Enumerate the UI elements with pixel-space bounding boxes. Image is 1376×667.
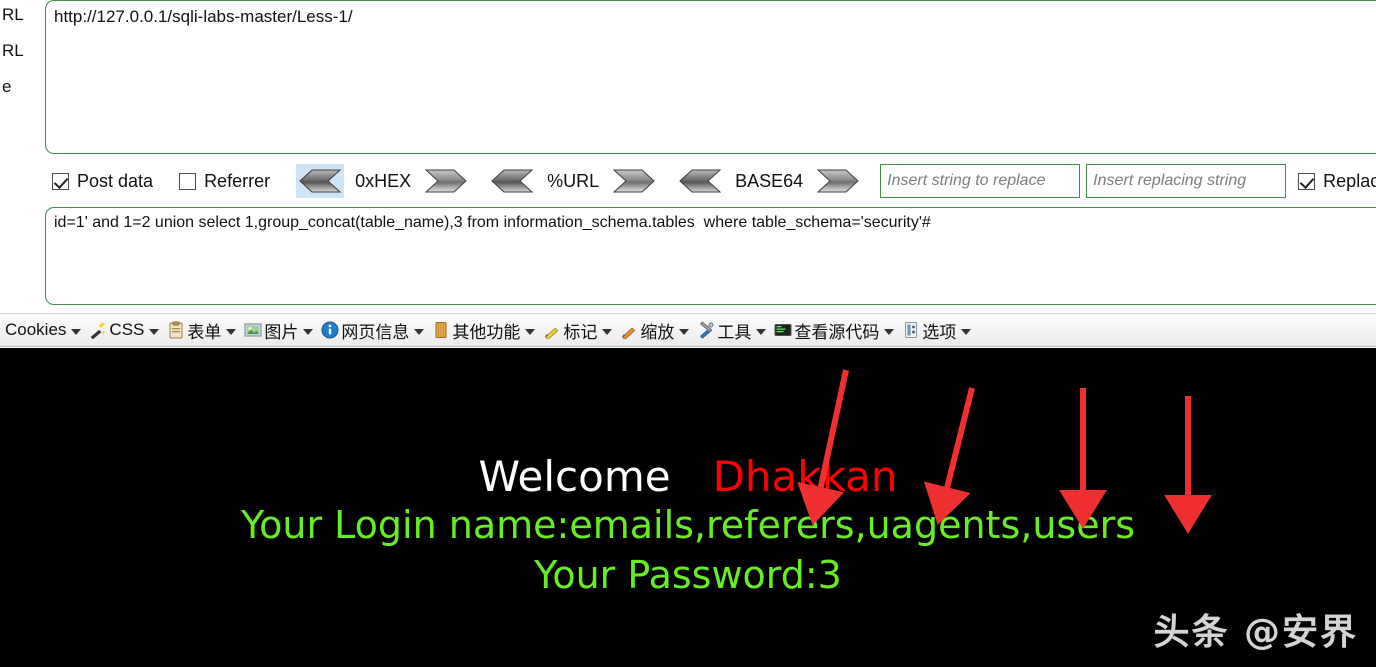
replace-label: Replace: [1323, 170, 1376, 191]
welcome-text: Welcome: [478, 452, 671, 501]
menu-label: 查看源代码: [794, 322, 880, 342]
encoder-group-base64: BASE64: [676, 164, 862, 198]
screen-root: RL RL e http://127.0.0.1/sqli-labs-maste…: [0, 0, 1376, 667]
encoder-group-url: %URL: [488, 164, 658, 198]
referrer-checkbox-box[interactable]: [179, 172, 197, 190]
menu-view-source[interactable]: 查看源代码: [771, 316, 899, 345]
chevron-right-icon: [613, 169, 655, 193]
encoder-label-base64: BASE64: [735, 170, 804, 191]
replace-checkbox-box[interactable]: [1298, 172, 1316, 190]
referrer-checkbox[interactable]: Referrer: [179, 171, 270, 192]
side-label-url-1: RL: [2, 5, 24, 24]
login-name-line: Your Login name:emails,referers,uagents,…: [240, 503, 1136, 547]
menu-forms[interactable]: 表单: [164, 316, 241, 345]
menu-label: 选项: [922, 322, 957, 342]
hex-decode-button[interactable]: [296, 164, 345, 198]
password-line: Your Password:3: [534, 553, 842, 597]
menu-label: CSS: [109, 320, 145, 339]
menu-outline[interactable]: 标记: [540, 316, 617, 345]
chevron-down-icon: [602, 328, 613, 335]
encoder-group-hex: 0xHEX: [296, 164, 470, 198]
chevron-down-icon: [226, 328, 237, 335]
chevron-left-icon: [491, 169, 534, 193]
picture-icon: [244, 323, 262, 337]
book-icon: [435, 322, 447, 338]
magic-wand-icon: [91, 322, 107, 339]
chevron-down-icon: [756, 328, 767, 335]
menu-label: 网页信息: [341, 322, 410, 342]
hackbar-panel: RL RL e http://127.0.0.1/sqli-labs-maste…: [0, 0, 1376, 312]
post-data-input[interactable]: id=1' and 1=2 union select 1,group_conca…: [45, 207, 1376, 305]
menu-label: 缩放: [640, 322, 675, 342]
options-icon: [905, 322, 918, 338]
chevron-down-icon: [414, 328, 425, 335]
menu-zoom[interactable]: 缩放: [617, 316, 694, 345]
chevron-down-icon: [961, 328, 972, 335]
post-data-label: Post data: [77, 170, 154, 191]
brand-text: Dhakkan: [712, 452, 898, 501]
menu-tools[interactable]: 工具: [694, 316, 771, 345]
hackbar-options-row: Post data Referrer 0xHEX %URL BASE64 Ins…: [0, 160, 1376, 202]
watermark: 头条 @安界: [1153, 612, 1358, 653]
menu-options[interactable]: 选项: [899, 316, 976, 345]
replace-with-input[interactable]: [1086, 164, 1287, 198]
rendered-page-body: Welcome Dhakkan Your Login name:emails,re…: [0, 348, 1376, 667]
chevron-down-icon: [303, 328, 314, 335]
encoder-label-url: %URL: [547, 170, 600, 191]
side-labels: RL RL e: [0, 0, 44, 160]
menu-label: Cookies: [5, 320, 67, 339]
replace-search-input[interactable]: [880, 164, 1081, 198]
menu-label: 图片: [264, 322, 299, 342]
yellow-pencil-icon: [545, 327, 559, 339]
menu-label: 表单: [187, 322, 222, 342]
info-circle-icon: [321, 321, 339, 339]
orange-pencil-icon: [622, 327, 636, 339]
referrer-label: Referrer: [204, 170, 271, 191]
side-label-other: e: [2, 77, 12, 96]
encoder-label-hex: 0xHEX: [355, 170, 412, 191]
menu-images[interactable]: 图片: [241, 316, 318, 345]
chevron-right-icon: [817, 169, 859, 193]
menu-label: 其他功能: [452, 322, 521, 342]
side-label-url-2: RL: [2, 41, 24, 60]
post-data-checkbox-box[interactable]: [52, 172, 69, 190]
chevron-left-icon: [299, 169, 342, 193]
chevron-down-icon: [679, 328, 690, 335]
base64-decode-button[interactable]: [676, 164, 724, 198]
menu-page-info[interactable]: 网页信息: [318, 316, 429, 345]
menu-cookies[interactable]: Cookies: [2, 318, 86, 342]
url-input[interactable]: http://127.0.0.1/sqli-labs-master/Less-1…: [45, 0, 1376, 154]
hex-encode-button[interactable]: [422, 164, 470, 198]
welcome-line: Welcome Dhakkan: [0, 452, 1376, 501]
chevron-right-icon: [425, 169, 467, 193]
clipboard-icon: [169, 321, 183, 339]
chevron-down-icon: [71, 328, 82, 335]
source-screen-icon: [774, 324, 792, 336]
menu-label: 工具: [717, 322, 752, 342]
menu-misc[interactable]: 其他功能: [429, 316, 540, 345]
chevron-left-icon: [679, 169, 722, 193]
chevron-down-icon: [149, 328, 160, 335]
base64-encode-button[interactable]: [814, 164, 862, 198]
url-encode-button[interactable]: [610, 164, 658, 198]
replace-checkbox[interactable]: Replace: [1298, 171, 1376, 192]
post-data-checkbox[interactable]: Post data: [52, 171, 153, 192]
menu-label: 标记: [563, 322, 598, 342]
tools-icon: [700, 321, 714, 339]
url-decode-button[interactable]: [488, 164, 536, 198]
menu-css[interactable]: CSS: [86, 318, 164, 342]
chevron-down-icon: [884, 328, 895, 335]
chevron-down-icon: [525, 328, 536, 335]
web-developer-toolbar: Cookies CSS 表单 图片 网页信息 其他功能 标记 缩放 工具 查看源…: [0, 313, 1376, 347]
